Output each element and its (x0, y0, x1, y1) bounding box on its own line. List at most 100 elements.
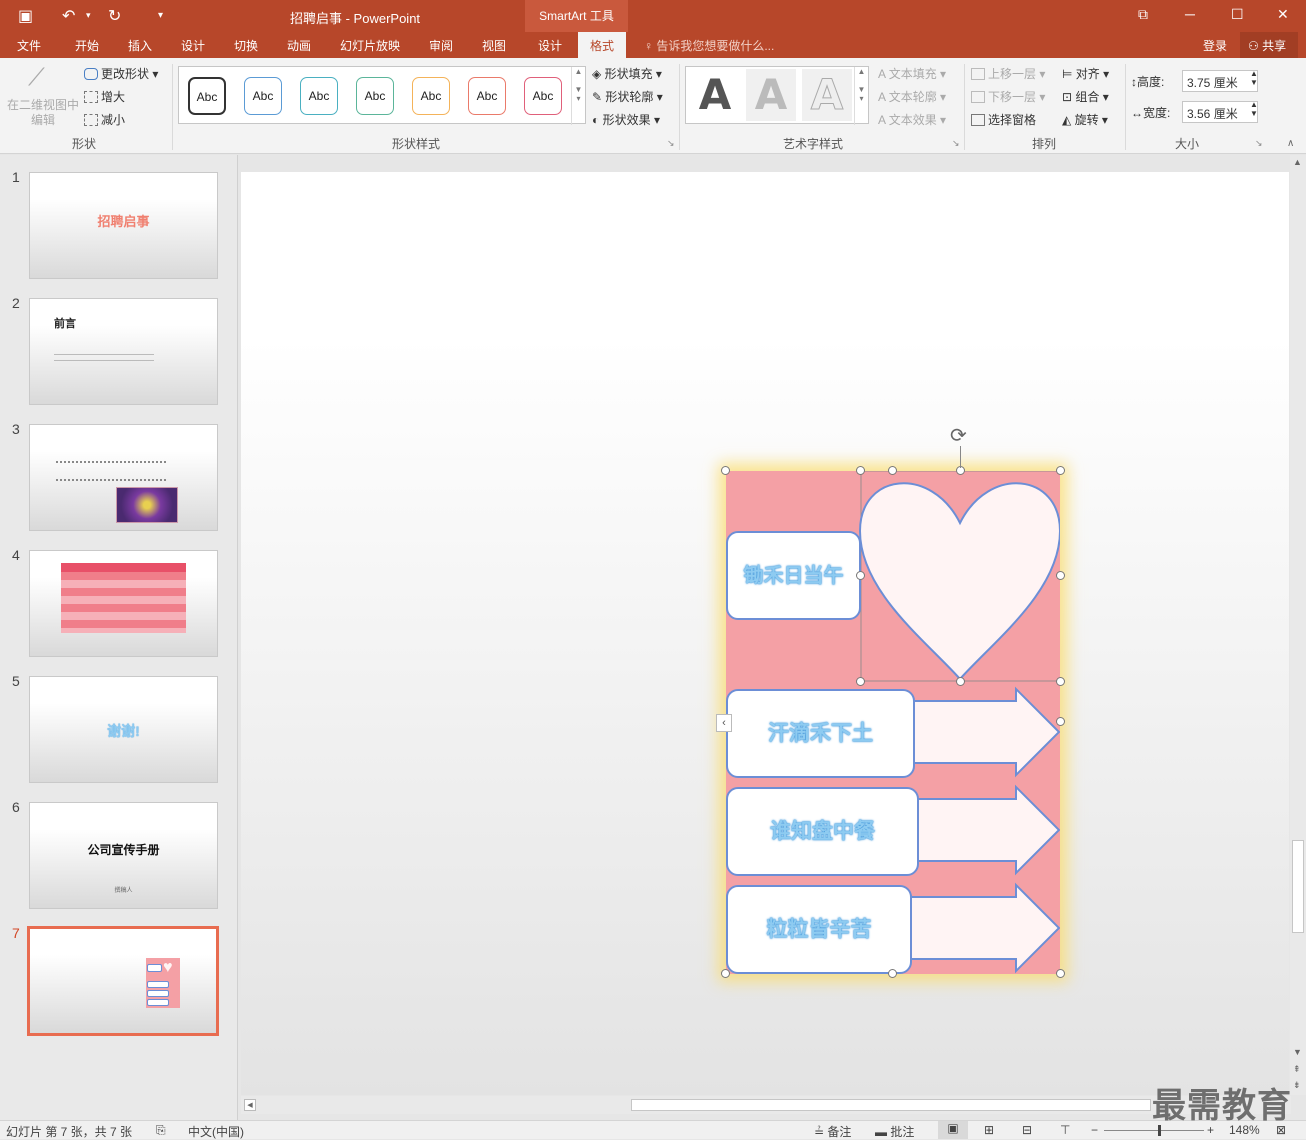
resize-handle[interactable] (888, 466, 897, 475)
prev-slide-icon[interactable]: ⇞ (1293, 1064, 1301, 1075)
slide-thumbnail-2[interactable]: 前言 (29, 298, 218, 405)
text-effects-button[interactable]: A 文本效果 ▾ (878, 111, 946, 128)
change-shape-button[interactable]: 更改形状 ▾ (84, 65, 158, 82)
group-button[interactable]: ⊡ 组合 ▾ (1062, 88, 1109, 105)
reading-view-icon[interactable]: ⊟ (1022, 1123, 1032, 1137)
save-icon[interactable]: ▣ (18, 6, 33, 26)
slide-thumbnail-7[interactable]: ♥ (27, 926, 219, 1036)
tab-design[interactable]: 设计 (181, 37, 205, 54)
shape-style-3[interactable]: Abc (300, 77, 338, 115)
notes-button[interactable]: ≟ 备注 (814, 1123, 851, 1140)
tell-me-search[interactable]: ♀ 告诉我您想要做什么... (644, 37, 774, 54)
undo-dropdown-icon[interactable]: ▾ (86, 10, 91, 21)
horizontal-scrollbar[interactable]: ◀ (241, 1096, 1291, 1114)
shape-style-2[interactable]: Abc (244, 77, 282, 115)
shape-effects-button[interactable]: ◐ 形状效果 ▾ (592, 111, 660, 128)
resize-handle[interactable] (721, 466, 730, 475)
zoom-slider[interactable] (1104, 1125, 1204, 1136)
h-scroll-thumb[interactable] (631, 1099, 1151, 1111)
text-pane-toggle-icon[interactable]: ‹ (716, 714, 732, 732)
shape-style-4[interactable]: Abc (356, 77, 394, 115)
ribbon-display-icon[interactable]: ⧉ (1138, 6, 1148, 23)
gallery-scroll[interactable]: ▲ ▼ ▾ (571, 67, 585, 125)
height-input[interactable]: 3.75 厘米 (1182, 70, 1258, 92)
resize-handle[interactable] (888, 969, 897, 978)
slide-sorter-icon[interactable]: ⊞ (984, 1123, 994, 1137)
text-outline-button[interactable]: A 文本轮廓 ▾ (878, 88, 946, 105)
resize-handle[interactable] (1056, 969, 1065, 978)
heart-handle[interactable] (856, 466, 865, 475)
heart-handle[interactable] (856, 571, 865, 580)
slideshow-icon[interactable]: ⊤ (1060, 1123, 1070, 1137)
align-button[interactable]: ⊨ 对齐 ▾ (1062, 65, 1109, 82)
shape-style-1[interactable]: Abc (188, 77, 226, 115)
vertical-scrollbar[interactable]: ▲ ▼ ⇞ ⇟ (1290, 155, 1306, 1095)
heart-handle[interactable] (1056, 677, 1065, 686)
heart-handle[interactable] (1056, 571, 1065, 580)
normal-view-icon[interactable]: ▣ (938, 1121, 968, 1139)
shrink-button[interactable]: 减小 (84, 111, 125, 128)
wordart-scroll[interactable]: ▲ ▼ ▾ (854, 67, 868, 125)
collapse-ribbon-icon[interactable]: ∧ (1287, 138, 1294, 149)
tab-animations[interactable]: 动画 (287, 37, 311, 54)
shape-fill-button[interactable]: ◈ 形状填充 ▾ (592, 65, 662, 82)
smartart-text-box-4[interactable]: 粒粒皆辛苦 (726, 885, 912, 974)
text-fill-button[interactable]: A 文本填充 ▾ (878, 65, 946, 82)
spellcheck-icon[interactable]: ⎘ (156, 1123, 166, 1138)
slide-thumbnail-1[interactable]: 招聘启事 (29, 172, 218, 279)
shape-style-6[interactable]: Abc (468, 77, 506, 115)
wordart-style-3[interactable]: A (802, 69, 852, 121)
resize-handle[interactable] (1056, 717, 1065, 726)
smartart-text-box-2[interactable]: 汗滴禾下土 (726, 689, 915, 778)
login-link[interactable]: 登录 (1203, 37, 1227, 54)
width-input[interactable]: 3.56 厘米 (1182, 101, 1258, 123)
smartart-graphic[interactable]: 锄禾日当午 汗滴禾下土 谁知盘中餐 粒粒皆辛苦 (726, 471, 1060, 974)
tab-file[interactable]: 文件 (17, 37, 41, 54)
share-button[interactable]: ⚇ 共享 (1240, 32, 1299, 58)
redo-icon[interactable]: ↻ (108, 6, 121, 26)
size-launcher-icon[interactable]: ↘ (1255, 138, 1263, 149)
close-icon[interactable]: ✕ (1277, 6, 1289, 23)
scroll-up-icon[interactable]: ▲ (1293, 157, 1302, 167)
minimize-icon[interactable]: ─ (1185, 6, 1195, 22)
customize-qat-icon[interactable]: ▾ (158, 10, 163, 21)
scroll-thumb[interactable] (1292, 840, 1304, 933)
tab-transitions[interactable]: 切换 (234, 37, 258, 54)
tab-home[interactable]: 开始 (75, 37, 99, 54)
tab-smartart-design[interactable]: 设计 (538, 37, 562, 54)
slide-thumbnail-4[interactable] (29, 550, 218, 657)
wordart-style-2[interactable]: A (746, 69, 796, 121)
edit-in-2d-button[interactable]: 在二维视图中编辑 (6, 98, 80, 128)
next-slide-icon[interactable]: ⇟ (1293, 1080, 1301, 1091)
heart-handle[interactable] (956, 677, 965, 686)
send-backward-button[interactable]: 下移一层 ▾ (971, 88, 1045, 105)
dialog-launcher-icon[interactable]: ↘ (667, 138, 675, 149)
slide-thumbnail-3[interactable] (29, 424, 218, 531)
enlarge-button[interactable]: 增大 (84, 88, 125, 105)
comments-button[interactable]: ▬ 批注 (875, 1123, 914, 1140)
width-spinner[interactable]: ▲ ▼ (1250, 100, 1258, 118)
scroll-left-icon[interactable]: ◀ (244, 1099, 256, 1111)
scroll-down-icon[interactable]: ▼ (1293, 1047, 1302, 1057)
tab-format[interactable]: 格式 (578, 32, 627, 58)
rotate-button[interactable]: ◭ 旋转 ▾ (1062, 111, 1108, 128)
tab-review[interactable]: 审阅 (429, 37, 453, 54)
height-spinner[interactable]: ▲ ▼ (1250, 69, 1258, 87)
smartart-text-box-3[interactable]: 谁知盘中餐 (726, 787, 919, 876)
tab-view[interactable]: 视图 (482, 37, 506, 54)
wordart-launcher-icon[interactable]: ↘ (952, 138, 960, 149)
shape-outline-button[interactable]: ✎ 形状轮廓 ▾ (592, 88, 663, 105)
tab-insert[interactable]: 插入 (128, 37, 152, 54)
resize-handle[interactable] (721, 969, 730, 978)
shape-style-5[interactable]: Abc (412, 77, 450, 115)
selection-pane-button[interactable]: 选择窗格 (971, 111, 1036, 128)
maximize-icon[interactable]: ☐ (1231, 6, 1244, 23)
slide-thumbnail-6[interactable]: 公司宣传手册 撰稿人 (29, 802, 218, 909)
zoom-out-icon[interactable]: − (1091, 1123, 1098, 1137)
wordart-style-1[interactable]: A (690, 69, 740, 121)
tab-slideshow[interactable]: 幻灯片放映 (340, 37, 400, 54)
slide-thumbnail-5[interactable]: 谢谢! (29, 676, 218, 783)
shape-style-7[interactable]: Abc (524, 77, 562, 115)
heart-handle[interactable] (856, 677, 865, 686)
smartart-text-box-1[interactable]: 锄禾日当午 (726, 531, 861, 620)
